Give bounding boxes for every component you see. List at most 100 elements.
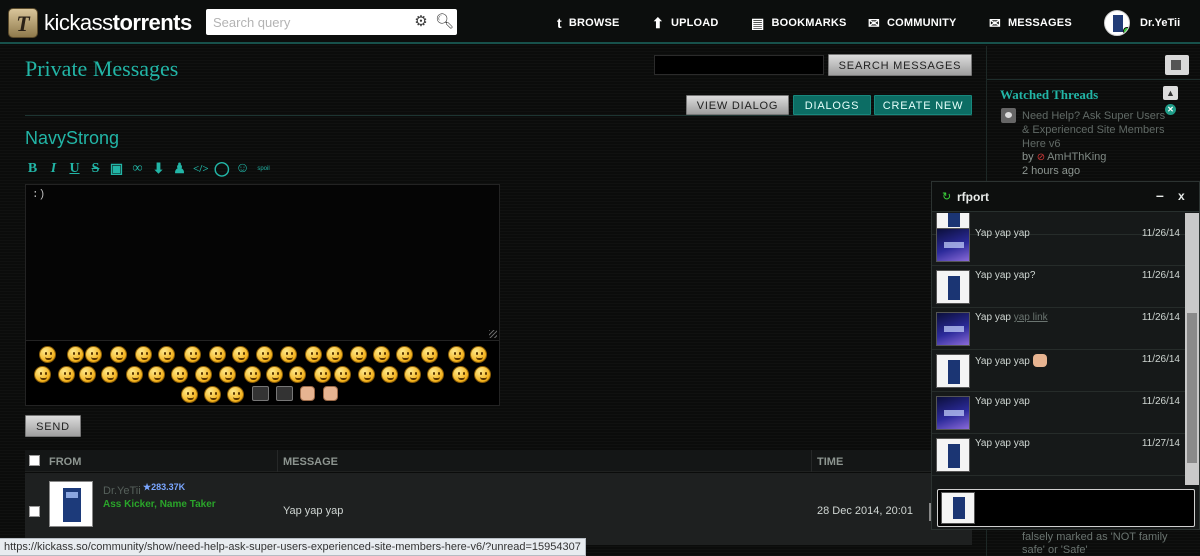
nav-community[interactable]: ✉ COMMUNITY: [868, 13, 957, 33]
smiley-emoticon-icon[interactable]: [266, 366, 283, 383]
thread-link[interactable]: Need Help? Ask Super Users & Experienced…: [1022, 109, 1172, 151]
gear-icon[interactable]: ⚙: [413, 14, 429, 30]
smiley-emoticon-icon[interactable]: [148, 366, 165, 383]
smiley-emoticon-icon[interactable]: [135, 346, 152, 363]
dark-emoticon-icon[interactable]: [252, 386, 269, 401]
chat-message: Yap yap yap? 11/26/14: [932, 266, 1185, 308]
select-all-checkbox[interactable]: [29, 455, 40, 466]
link-icon[interactable]: ∞: [130, 161, 145, 177]
smiley-emoticon-icon[interactable]: [381, 366, 398, 383]
tab-view-dialog[interactable]: VIEW DIALOG: [686, 95, 789, 115]
nav-upload[interactable]: ⬆ UPLOAD: [652, 13, 719, 33]
smiley-emoticon-icon[interactable]: [350, 346, 367, 363]
smiley-emoticon-icon[interactable]: [39, 346, 56, 363]
chat-header[interactable]: ↻ rfport – x: [932, 182, 1199, 212]
smiley-emoticon-icon[interactable]: [126, 366, 143, 383]
code-icon[interactable]: </>: [193, 163, 209, 175]
resize-grip[interactable]: [489, 330, 497, 338]
smiley-emoticon-icon[interactable]: [101, 366, 118, 383]
nav-bookmarks[interactable]: ▤ BOOKMARKS: [751, 13, 847, 33]
dark-emoticon-icon[interactable]: [276, 386, 293, 401]
bold-icon[interactable]: B: [25, 161, 40, 177]
scroll-up-icon[interactable]: ▲: [1163, 86, 1178, 100]
row-checkbox[interactable]: [29, 506, 40, 517]
close-button[interactable]: x: [1178, 189, 1185, 203]
download-icon[interactable]: ⬇: [151, 161, 166, 178]
smiley-emoticon-icon[interactable]: [227, 386, 244, 403]
smiley-emoticon-icon[interactable]: [195, 366, 212, 383]
smiley-emoticon-icon[interactable]: [396, 346, 413, 363]
smiley-emoticon-icon[interactable]: [85, 346, 102, 363]
thread-author-name[interactable]: AmHThKing: [1047, 151, 1106, 163]
chat-input[interactable]: [937, 489, 1195, 527]
tab-create-new[interactable]: CREATE NEW: [874, 95, 972, 115]
chat-message-text: Yap yap yap: [975, 438, 1030, 449]
smiley-emoticon-icon[interactable]: [204, 386, 221, 403]
smiley-emoticon-icon[interactable]: [373, 346, 390, 363]
smiley-emoticon-icon[interactable]: [110, 346, 127, 363]
smiley-emoticon-icon[interactable]: [289, 366, 306, 383]
smiley-emoticon-icon[interactable]: [314, 366, 331, 383]
smiley-emoticon-icon[interactable]: [421, 346, 438, 363]
smiley-emoticon-icon[interactable]: [184, 346, 201, 363]
table-row[interactable]: Dr.YeTii ★283.37K Ass Kicker, Name Taker…: [25, 473, 972, 545]
smiley-emoticon-icon[interactable]: [158, 346, 175, 363]
username-link[interactable]: Dr.YeTii: [1140, 17, 1180, 29]
message-editor[interactable]: :): [25, 184, 500, 341]
smiley-emoticon-icon[interactable]: [334, 366, 351, 383]
italic-icon[interactable]: I: [46, 161, 61, 177]
hand-emoticon-icon[interactable]: [300, 386, 315, 401]
smiley-emoticon-icon[interactable]: [34, 366, 51, 383]
search-icon[interactable]: 🔍︎: [435, 14, 454, 30]
nav-browse[interactable]: t BROWSE: [557, 13, 620, 33]
smiley-emoticon-icon[interactable]: [474, 366, 491, 383]
sender-avatar: [936, 228, 970, 262]
smiley-emoticon-icon[interactable]: [358, 366, 375, 383]
spoiler-icon[interactable]: spoil: [256, 166, 271, 172]
flag-icon[interactable]: [1165, 55, 1189, 75]
hand-emoticon-icon[interactable]: [323, 386, 338, 401]
chat-message-list[interactable]: Yap yap yap 11/26/14 Yap yap yap? 11/26/14 Y…: [932, 213, 1185, 485]
user-avatar[interactable]: [1104, 10, 1130, 36]
smiley-emoticon-icon[interactable]: [232, 346, 249, 363]
search-input[interactable]: [206, 9, 406, 35]
smiley-emoticon-icon[interactable]: [326, 346, 343, 363]
minimize-button[interactable]: –: [1156, 187, 1164, 203]
site-logo[interactable]: T kickasstorrents: [8, 8, 192, 38]
search-messages-button[interactable]: SEARCH MESSAGES: [828, 54, 972, 76]
chat-scrollbar[interactable]: [1185, 213, 1199, 485]
smiley-emoticon-icon[interactable]: [470, 346, 487, 363]
smiley-emoticon-icon[interactable]: [404, 366, 421, 383]
smiley-emoticon-icon[interactable]: [452, 366, 469, 383]
scrollbar-thumb[interactable]: [1187, 313, 1197, 463]
smiley-icon[interactable]: ☺: [235, 161, 250, 177]
nav-messages[interactable]: ✉ MESSAGES: [989, 13, 1072, 33]
underline-icon[interactable]: U: [67, 161, 82, 177]
smiley-emoticon-icon[interactable]: [448, 346, 465, 363]
sender-name[interactable]: Dr.YeTii: [103, 485, 141, 497]
image-icon[interactable]: ▣: [109, 161, 124, 178]
smiley-emoticon-icon[interactable]: [427, 366, 444, 383]
smiley-emoticon-icon[interactable]: [209, 346, 226, 363]
message-search-input[interactable]: [654, 55, 824, 75]
smiley-emoticon-icon[interactable]: [58, 366, 75, 383]
smiley-emoticon-icon[interactable]: [181, 386, 198, 403]
chat-message-link[interactable]: yap link: [1014, 312, 1048, 323]
message-textarea[interactable]: :): [26, 185, 499, 340]
smiley-emoticon-icon[interactable]: [67, 346, 84, 363]
strikethrough-icon[interactable]: S: [88, 161, 103, 177]
sender-avatar[interactable]: [49, 481, 93, 527]
user-icon[interactable]: ♟: [172, 161, 187, 178]
message-preview[interactable]: Yap yap yap: [283, 505, 343, 517]
smiley-emoticon-icon[interactable]: [305, 346, 322, 363]
smiley-emoticon-icon[interactable]: [171, 366, 188, 383]
smiley-emoticon-icon[interactable]: [219, 366, 236, 383]
send-button[interactable]: SEND: [25, 415, 81, 437]
smiley-emoticon-icon[interactable]: [256, 346, 273, 363]
smiley-emoticon-icon[interactable]: [79, 366, 96, 383]
tab-dialogs[interactable]: DIALOGS: [793, 95, 871, 115]
smiley-emoticon-icon[interactable]: [244, 366, 261, 383]
quote-bubble-icon[interactable]: ◯: [214, 161, 230, 178]
chat-message-body: Yap yap: [975, 312, 1011, 323]
smiley-emoticon-icon[interactable]: [280, 346, 297, 363]
